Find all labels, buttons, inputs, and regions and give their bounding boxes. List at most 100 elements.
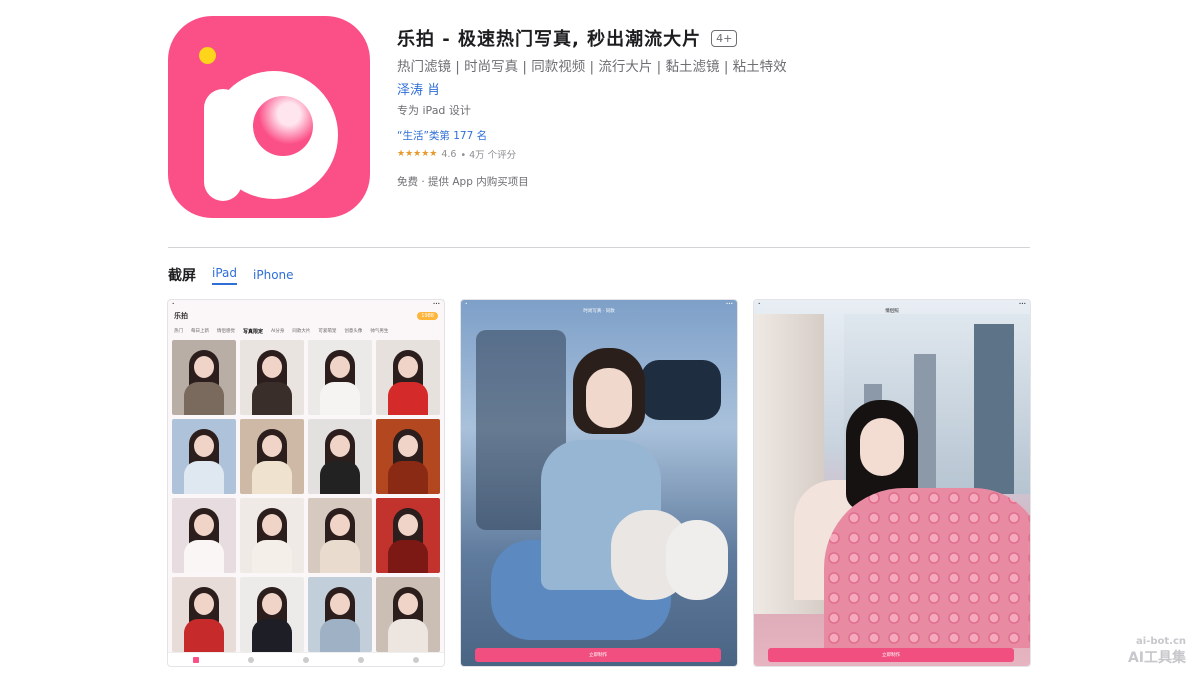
- body: [320, 540, 360, 573]
- category-item: 每日上新: [191, 329, 209, 334]
- photo-thumb: [308, 419, 372, 494]
- body: [388, 540, 428, 573]
- face: [330, 435, 350, 457]
- body: [320, 461, 360, 494]
- shot1-coin-badge: 1988: [417, 312, 438, 320]
- photo-thumb: [376, 498, 440, 573]
- face: [194, 356, 214, 378]
- category-item: AI分身: [271, 329, 285, 334]
- face: [398, 593, 418, 615]
- photo-thumb: [308, 498, 372, 573]
- status-bar: • •••: [172, 301, 440, 306]
- photo-thumb: [172, 419, 236, 494]
- rating-row: ★★★★★ 4.6 • 4万 个评分: [397, 147, 1017, 162]
- person-face: [860, 418, 904, 476]
- screenshots-title: 截屏: [168, 268, 196, 284]
- body: [388, 382, 428, 415]
- body: [252, 619, 292, 652]
- watermark-url: ai-bot.cn: [1136, 636, 1186, 647]
- body: [184, 619, 224, 652]
- person-face: [586, 368, 632, 428]
- category-item: 创意头像: [344, 329, 363, 334]
- app-title: 乐拍 - 极速热门写真, 秒出潮流大片: [397, 29, 702, 50]
- home-tab-icon: [192, 656, 199, 663]
- app-subtitle: 热门滤镜 | 时尚写真 | 同款视频 | 流行大片 | 黏土滤镜 | 粘土特效: [397, 59, 787, 75]
- profile-tab-icon: [413, 656, 420, 663]
- developer-link[interactable]: 泽涛 肖: [397, 79, 1017, 98]
- photo-thumb: [376, 419, 440, 494]
- photo-thumb: [308, 340, 372, 415]
- shot2-title: 时尚写真 · 同款: [583, 309, 615, 314]
- photo-thumb: [240, 340, 304, 415]
- age-rating-badge: 4+: [711, 29, 738, 47]
- star-rating-icon: ★★★★★: [397, 149, 438, 159]
- face: [262, 356, 282, 378]
- body: [252, 382, 292, 415]
- rose-bouquet: [824, 488, 1030, 648]
- body: [184, 461, 224, 494]
- category-item: 帅气男生: [370, 329, 389, 334]
- yellow-dot-icon: [199, 47, 216, 64]
- category-item: 热门: [174, 329, 183, 334]
- category-rank-link[interactable]: “生活”类第 177 名: [397, 128, 1017, 143]
- face: [330, 514, 350, 536]
- status-bar: • •••: [758, 301, 1026, 306]
- price-info: 免费 · 提供 App 内购买项目: [397, 176, 529, 188]
- body: [252, 461, 292, 494]
- face: [262, 514, 282, 536]
- headrest: [641, 360, 721, 420]
- photo-grid: [168, 338, 444, 652]
- tab-icon: [247, 656, 254, 663]
- face: [330, 593, 350, 615]
- photo-thumb: [376, 340, 440, 415]
- shot1-logo: 乐拍: [174, 312, 188, 320]
- rating-value: 4.6: [441, 148, 457, 160]
- body: [252, 540, 292, 573]
- face: [194, 514, 214, 536]
- screenshot-2[interactable]: • ••• 时尚写真 · 同款 立即制作: [461, 300, 737, 666]
- photo-thumb: [240, 498, 304, 573]
- face: [262, 593, 282, 615]
- watermark: ai-bot.cn AI工具集: [1128, 636, 1186, 667]
- tab-icon: [358, 656, 365, 663]
- category-item-selected: 写真限定: [243, 328, 264, 335]
- face: [194, 593, 214, 615]
- tab-icon: [302, 656, 309, 663]
- section-divider: [168, 247, 1030, 248]
- app-icon: [168, 16, 370, 218]
- face: [330, 356, 350, 378]
- category-item: 情侣感觉: [217, 329, 235, 334]
- face: [398, 435, 418, 457]
- face: [398, 514, 418, 536]
- tab-iphone[interactable]: iPhone: [253, 268, 294, 285]
- photo-thumb: [172, 498, 236, 573]
- face: [194, 435, 214, 457]
- body: [184, 540, 224, 573]
- teddy-bear: [666, 520, 728, 600]
- screenshot-3[interactable]: • ••• 情侣照 立即制作: [754, 300, 1030, 666]
- photo-thumb: [172, 577, 236, 652]
- watermark-name: AI工具集: [1127, 650, 1186, 666]
- title-row: 乐拍 - 极速热门写真, 秒出潮流大片 4+: [397, 24, 1017, 52]
- body: [388, 461, 428, 494]
- screenshots-header: 截屏 iPad iPhone: [168, 265, 294, 285]
- body: [320, 382, 360, 415]
- tab-ipad[interactable]: iPad: [212, 266, 238, 285]
- make-now-button: 立即制作: [475, 648, 721, 662]
- shot1-category-bar: 热门 每日上新 情侣感觉 写真限定 AI分身 同款大片 可爱萌宠 创意头像 帅气…: [168, 324, 444, 338]
- p-letter-hole: [253, 96, 313, 156]
- category-item: 可爱萌宠: [318, 329, 337, 334]
- photo-thumb: [240, 419, 304, 494]
- app-info: 乐拍 - 极速热门写真, 秒出潮流大片 4+ 热门滤镜 | 时尚写真 | 同款视…: [397, 24, 1017, 189]
- photo-thumb: [240, 577, 304, 652]
- shot1-tab-bar: [168, 652, 444, 666]
- screenshot-1[interactable]: • ••• 乐拍 1988 热门 每日上新 情侣感觉 写真限定 AI分身 同款大片…: [168, 300, 444, 666]
- body: [388, 619, 428, 652]
- face: [398, 356, 418, 378]
- make-now-button: 立即制作: [768, 648, 1014, 662]
- category-item: 同款大片: [292, 329, 311, 334]
- app-store-page: 乐拍 - 极速热门写真, 秒出潮流大片 4+ 热门滤镜 | 时尚写真 | 同款视…: [0, 0, 1200, 675]
- p-letter-stem: [204, 89, 242, 201]
- rating-count: • 4万 个评分: [460, 150, 517, 161]
- status-bar: • •••: [465, 301, 733, 306]
